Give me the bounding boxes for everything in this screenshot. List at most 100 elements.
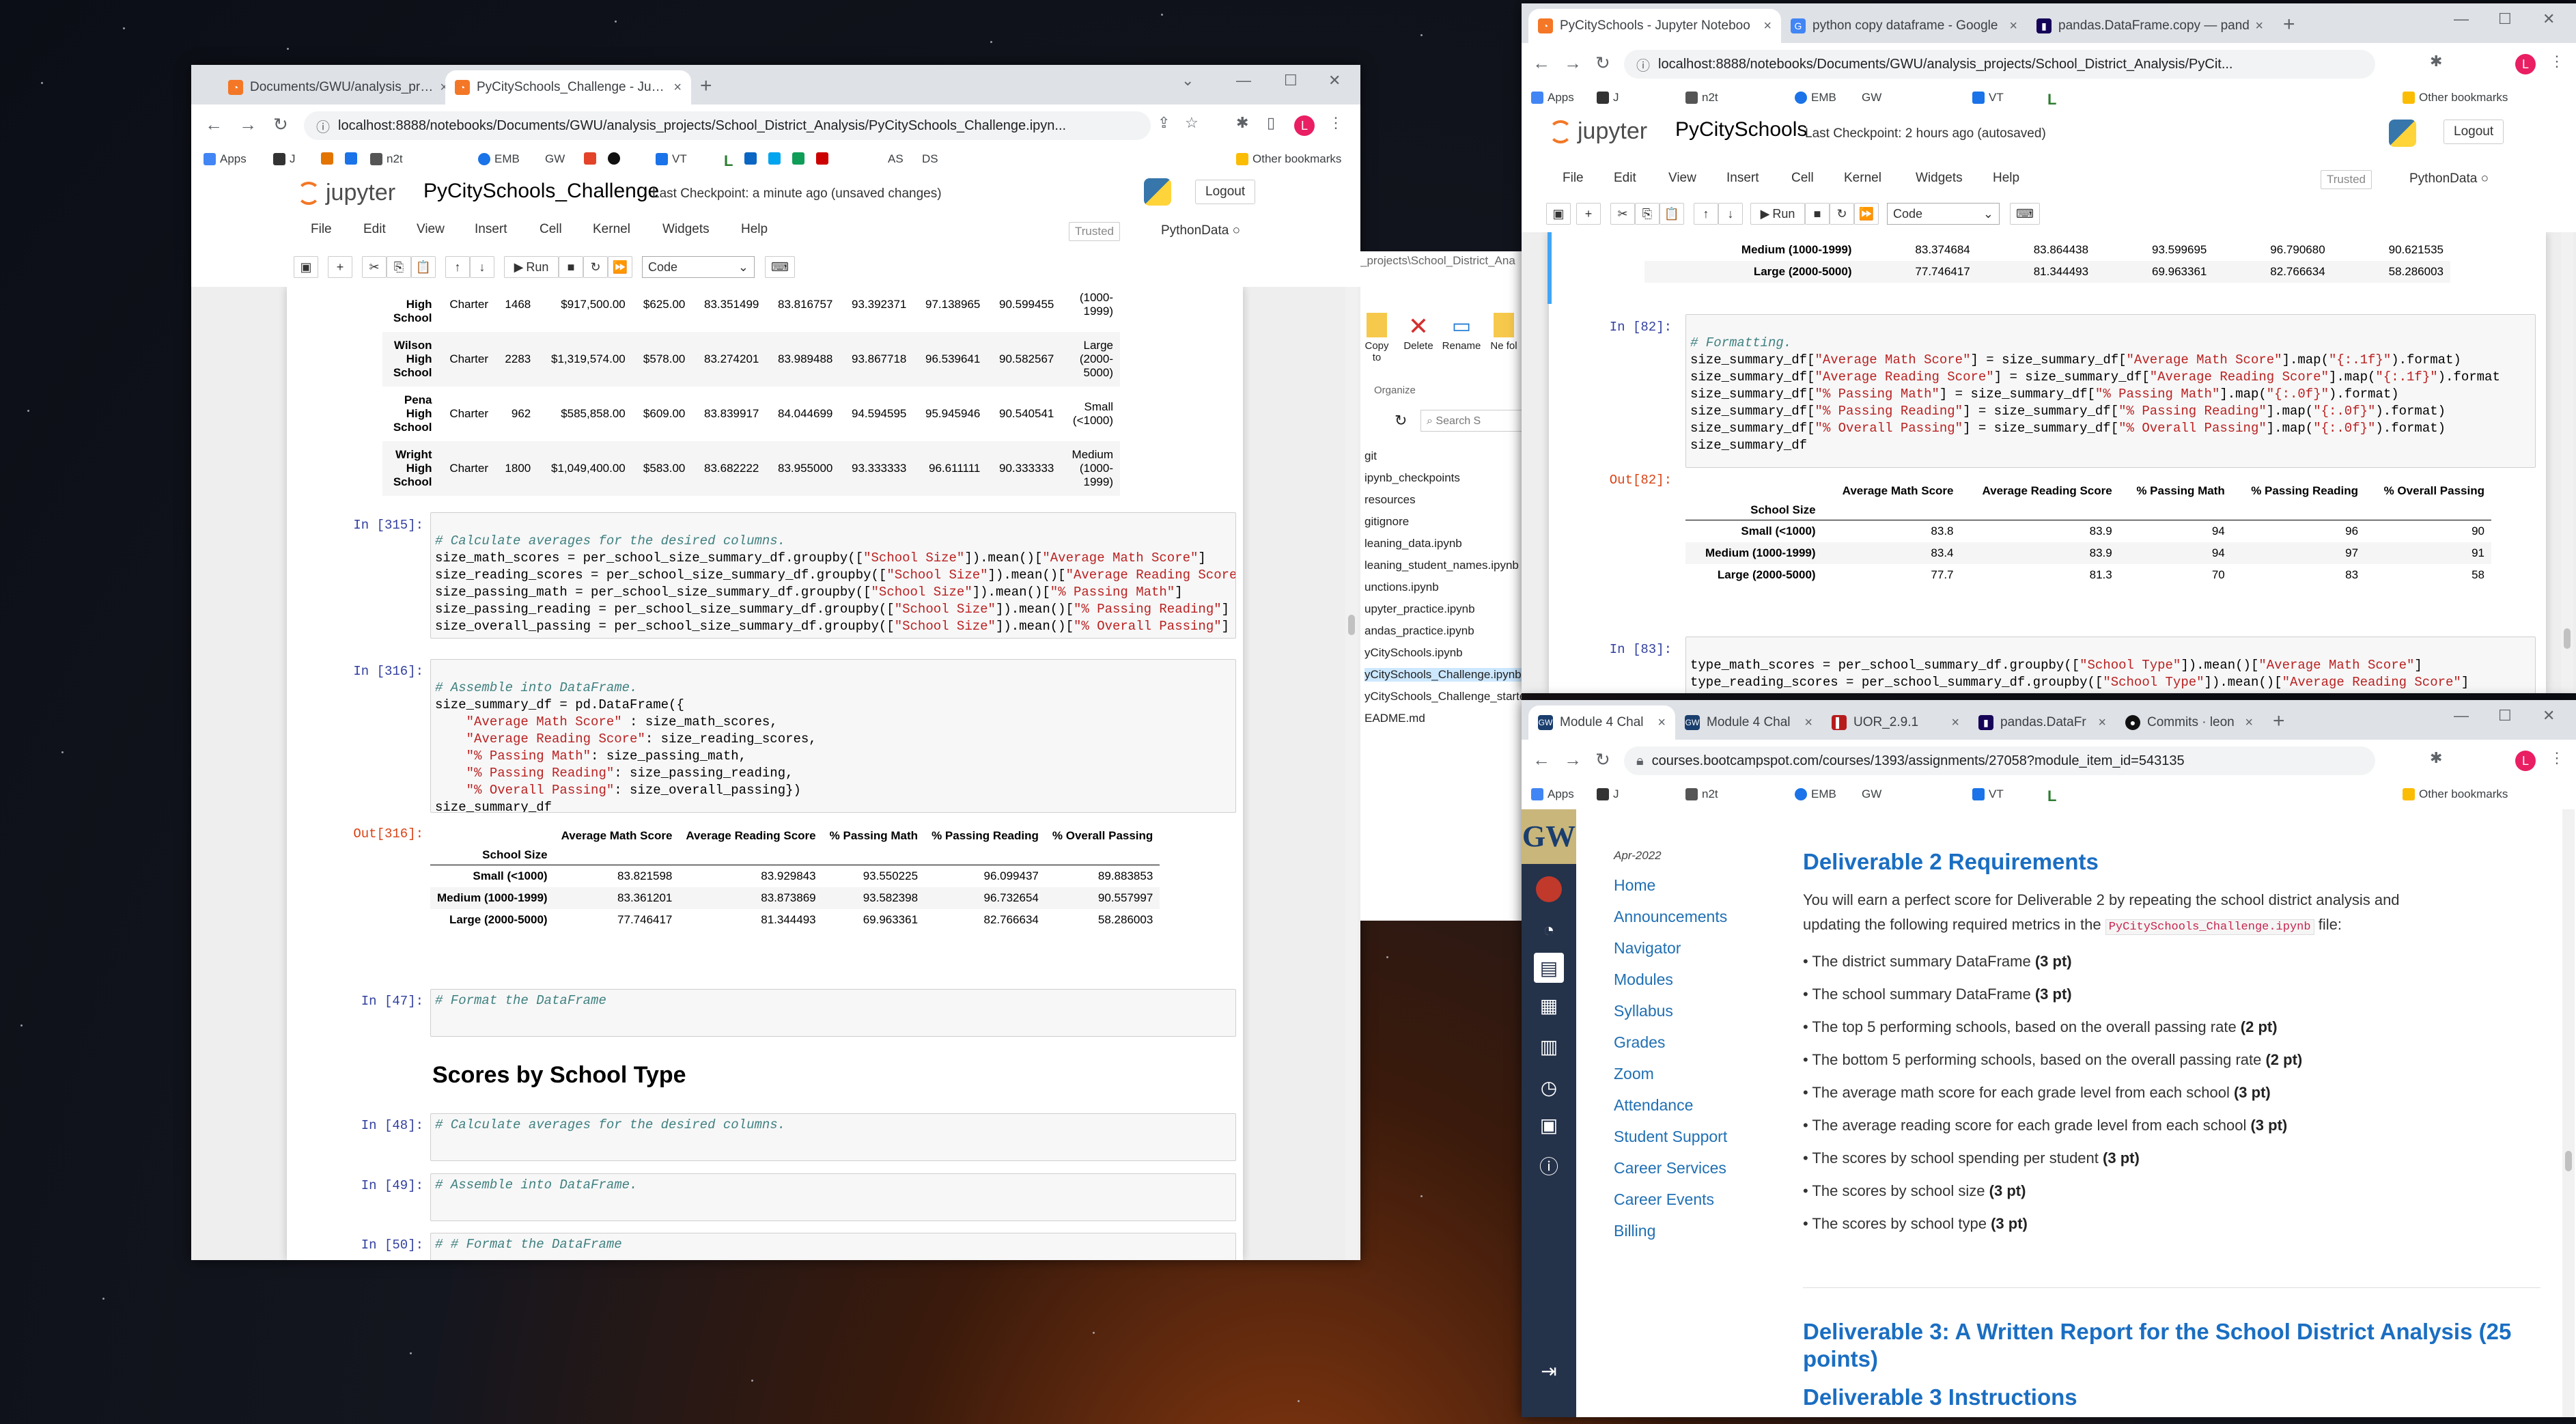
course-nav-navigator[interactable]: Navigator [1614, 939, 1681, 958]
notebook-title[interactable]: PyCitySchools [1675, 118, 1807, 141]
copy-icon[interactable]: ⎘ [1635, 203, 1660, 225]
minimize-icon[interactable]: — [2454, 707, 2469, 725]
code-cell-48[interactable]: # Calculate averages for the desired col… [430, 1113, 1236, 1161]
move-down-icon[interactable]: ↓ [1718, 203, 1743, 225]
back-icon[interactable]: ← [1532, 749, 1550, 770]
file-list-item[interactable]: gitignore [1364, 515, 1409, 529]
cell-type-select[interactable]: Code ⌄ [1887, 203, 2000, 225]
calendar-icon[interactable]: ▦ [1534, 990, 1564, 1020]
dashboard-icon[interactable]: ◔ [1534, 915, 1564, 945]
gitlab-icon[interactable] [584, 152, 600, 165]
menu-edit[interactable]: Edit [363, 222, 386, 237]
menu-help[interactable]: Help [1993, 171, 2019, 186]
fast-forward-icon[interactable]: ⏩ [608, 256, 632, 278]
forward-icon[interactable]: → [1564, 749, 1582, 770]
notebook-scrollbar[interactable] [1345, 287, 1358, 1260]
course-nav-student-support[interactable]: Student Support [1614, 1128, 1727, 1146]
browser-tab[interactable]: ▮ pandas.DataFr × [1969, 706, 2116, 740]
code-cell-49[interactable]: # Assemble into DataFrame. [430, 1173, 1236, 1221]
cell-type-select[interactable]: Code ⌄ [642, 256, 755, 278]
file-list-item[interactable]: git [1364, 449, 1377, 463]
collapse-nav-icon[interactable]: ⇥ [1534, 1356, 1564, 1386]
menu-kebab-icon[interactable]: ⋮ [2549, 749, 2564, 767]
menu-kernel[interactable]: Kernel [1844, 171, 1881, 186]
maximize-icon[interactable]: ☐ [2498, 707, 2512, 725]
rename-button[interactable]: ▭ Rename [1441, 313, 1482, 352]
extensions-icon[interactable]: ✱ [2430, 749, 2442, 767]
bookmark-other[interactable]: Other bookmarks [1236, 152, 1341, 166]
menu-cell[interactable]: Cell [540, 222, 562, 237]
avatar[interactable]: L [2515, 54, 2536, 74]
logout-button[interactable]: Logout [1195, 180, 1256, 204]
address-bar[interactable]: ⓘ localhost:8888/notebooks/Documents/GWU… [304, 111, 1151, 140]
copy-icon[interactable]: ⎘ [387, 256, 411, 278]
course-nav-grades[interactable]: Grades [1614, 1033, 1665, 1052]
course-nav-modules[interactable]: Modules [1614, 971, 1673, 989]
course-nav-syllabus[interactable]: Syllabus [1614, 1002, 1673, 1020]
chevron-down-icon[interactable]: ⌄ [1181, 72, 1194, 89]
back-icon[interactable]: ← [1532, 53, 1550, 74]
star-icon[interactable]: ☆ [1185, 114, 1199, 132]
forward-icon[interactable]: → [239, 114, 257, 135]
menu-kebab-icon[interactable]: ⋮ [2549, 53, 2564, 70]
course-nav-career-events[interactable]: Career Events [1614, 1190, 1714, 1209]
course-nav-announcements[interactable]: Announcements [1614, 908, 1727, 926]
maximize-icon[interactable]: ☐ [1284, 72, 1298, 89]
bookmark-icon[interactable] [768, 152, 785, 165]
copy-to-button[interactable]: Copy to [1363, 313, 1390, 363]
github-icon[interactable] [608, 152, 624, 165]
browser-tab-active[interactable]: ◔ PyCitySchools_Challenge - Jupyte × [445, 70, 691, 104]
notebook-title[interactable]: PyCitySchools_Challenge [423, 180, 659, 203]
close-tab-icon[interactable]: × [1951, 715, 1959, 731]
page-scrollbar[interactable] [2562, 809, 2575, 1417]
close-tab-icon[interactable]: × [1804, 715, 1812, 731]
bookmark-j[interactable]: J [1597, 787, 1619, 801]
file-list-item[interactable]: leaning_data.ipynb [1364, 537, 1462, 550]
code-cell-316[interactable]: # Assemble into DataFrame. size_summary_… [430, 659, 1236, 813]
extensions-icon[interactable]: ✱ [1236, 114, 1248, 132]
file-list-item[interactable]: yCitySchools_Challenge.ipynb [1364, 668, 1522, 682]
close-tab-icon[interactable]: × [2245, 715, 2253, 731]
menu-widgets[interactable]: Widgets [1916, 171, 1963, 186]
jupyter-logo[interactable]: jupyter [1549, 118, 1647, 145]
keyboard-icon[interactable]: ⌨ [2010, 203, 2040, 225]
file-list-item[interactable]: leaning_student_names.ipynb [1364, 559, 1519, 572]
file-list-item[interactable]: andas_practice.ipynb [1364, 624, 1474, 638]
menu-view[interactable]: View [417, 222, 445, 237]
extensions-icon[interactable]: ✱ [2430, 53, 2442, 70]
run-button[interactable]: ▶ Run [504, 256, 559, 278]
browser-tab[interactable]: G python copy dataframe - Google × [1781, 9, 2027, 43]
help-icon[interactable]: ⓘ [1534, 1151, 1564, 1181]
course-nav-attendance[interactable]: Attendance [1614, 1096, 1693, 1115]
bookmark-vt[interactable]: VT [1972, 91, 2004, 104]
browser-tab-active[interactable]: GW Module 4 Chal × [1528, 706, 1675, 740]
new-tab-icon[interactable]: + [2283, 13, 2295, 36]
bookmark-icon[interactable] [816, 152, 832, 165]
browser-tab[interactable]: ◔ Documents/GWU/analysis_projec × [219, 70, 458, 104]
cut-icon[interactable]: ✂ [1610, 203, 1635, 225]
history-icon[interactable]: ◷ [1534, 1072, 1564, 1102]
linkedin-icon[interactable] [744, 152, 761, 165]
forward-icon[interactable]: → [1564, 53, 1582, 74]
file-list-item[interactable]: yCitySchools_Challenge_starte [1364, 690, 1522, 703]
avatar[interactable]: L [1294, 115, 1315, 136]
move-up-icon[interactable]: ↑ [445, 256, 470, 278]
bookmark-gw[interactable]: GW [545, 152, 565, 166]
bookmark-other[interactable]: Other bookmarks [2403, 787, 2508, 801]
bookmark-emb[interactable]: EMB [478, 152, 520, 166]
bookmark-l[interactable]: L [724, 152, 733, 170]
course-nav-career-services[interactable]: Career Services [1614, 1159, 1726, 1177]
bookmark-gw[interactable]: GW [1862, 91, 1881, 104]
bookmark-l[interactable]: L [2047, 91, 2056, 109]
logout-button[interactable]: Logout [2444, 120, 2504, 144]
menu-kernel[interactable]: Kernel [593, 222, 630, 237]
address-bar[interactable]: 🔒︎ courses.bootcampspot.com/courses/1393… [1624, 746, 2375, 775]
account-avatar[interactable] [1534, 874, 1564, 904]
restart-icon[interactable]: ↻ [583, 256, 608, 278]
share-icon[interactable]: ⇪ [1158, 114, 1170, 132]
menu-widgets[interactable]: Widgets [662, 222, 710, 237]
bookmark-l[interactable]: L [2047, 787, 2056, 805]
bookmark-j[interactable]: J [1597, 91, 1619, 104]
browser-tab-active[interactable]: ◔ PyCitySchools - Jupyter Noteboo × [1528, 9, 1781, 43]
explorer-path[interactable]: _projects\School_District_Ana [1360, 254, 1515, 268]
